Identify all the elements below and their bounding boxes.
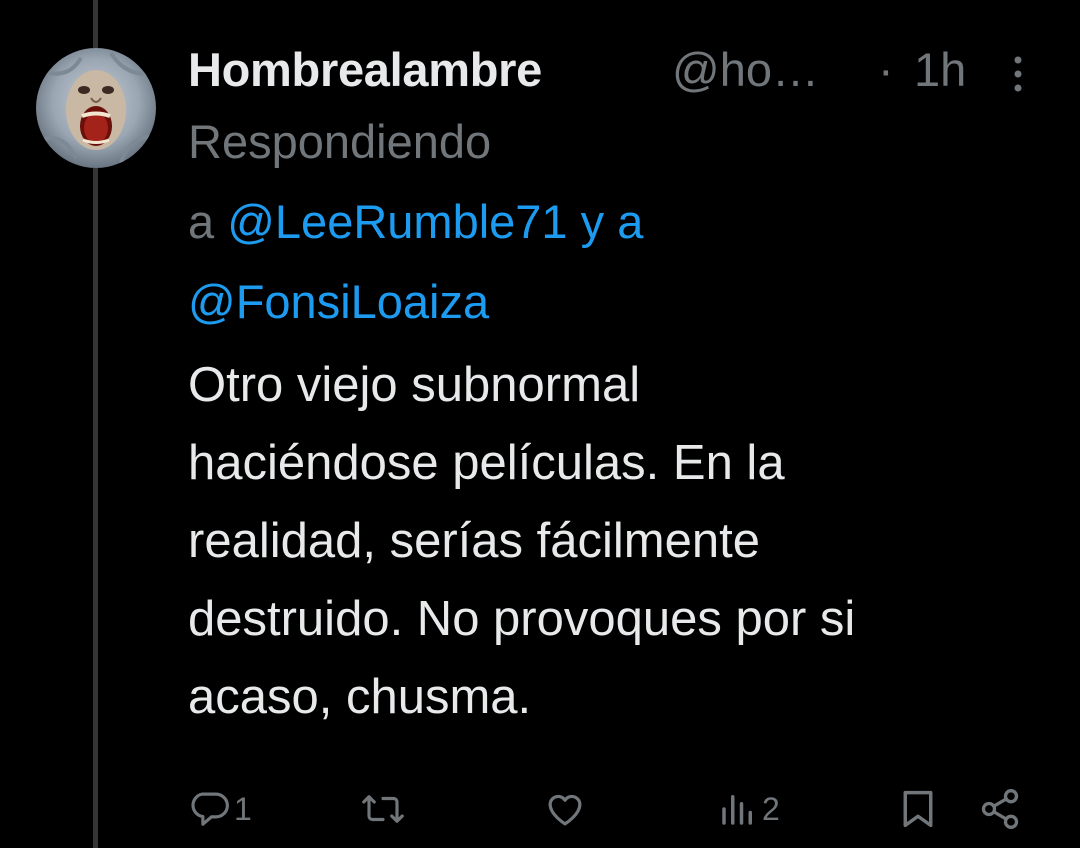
tweet-text-line: destruido. No provoques por si (188, 592, 856, 646)
reply-icon (191, 792, 229, 826)
tweet-actions-bar: 1 2 (188, 782, 1048, 836)
retweet-icon (362, 795, 404, 823)
tweet-text-line: Otro viejo subnormal (188, 358, 641, 412)
mention-leerumble71[interactable]: @LeeRumble71 (227, 195, 567, 248)
tweet-content: Hombrealambre @ho… · 1h Respondiendo a @… (188, 38, 1048, 736)
reply-button[interactable]: 1 (188, 782, 252, 836)
bar-chart-icon (722, 795, 752, 825)
tweet-header: Hombrealambre @ho… · 1h (188, 38, 1048, 100)
screaming-face-avatar-icon (36, 48, 156, 168)
bookmark-icon (903, 790, 933, 828)
bookmark-button[interactable] (898, 782, 938, 836)
author-handle[interactable]: @ho… (672, 42, 819, 97)
tweet-text-line: acaso, chusma. (188, 670, 532, 724)
views-count: 2 (762, 790, 780, 827)
author-name[interactable]: Hombrealambre (188, 42, 542, 97)
more-options-button[interactable] (1006, 52, 1030, 96)
share-button[interactable] (978, 782, 1022, 836)
tweet-text-line: haciéndose películas. En la (188, 436, 785, 490)
replying-conjunction: y a (580, 195, 644, 248)
replying-to: Respondiendo a @LeeRumble71 y a @FonsiLo… (188, 102, 1048, 342)
retweet-button[interactable] (360, 782, 410, 836)
heart-icon (548, 794, 582, 826)
more-vertical-icon (1014, 56, 1022, 92)
timestamp[interactable]: 1h (914, 42, 966, 97)
views-button[interactable]: 2 (718, 782, 780, 836)
tweet-body: Otro viejo subnormal haciéndose película… (188, 346, 1038, 736)
replying-prefix: a (188, 195, 215, 248)
share-icon (981, 789, 1019, 829)
time-separator: · (878, 43, 894, 96)
reply-count: 1 (234, 790, 252, 827)
avatar[interactable] (36, 48, 156, 168)
like-button[interactable] (544, 782, 590, 836)
replying-label: Respondiendo (188, 115, 492, 168)
mention-fonsiloaiza[interactable]: @FonsiLoaiza (188, 275, 489, 328)
tweet-text-line: realidad, serías fácilmente (188, 514, 760, 568)
